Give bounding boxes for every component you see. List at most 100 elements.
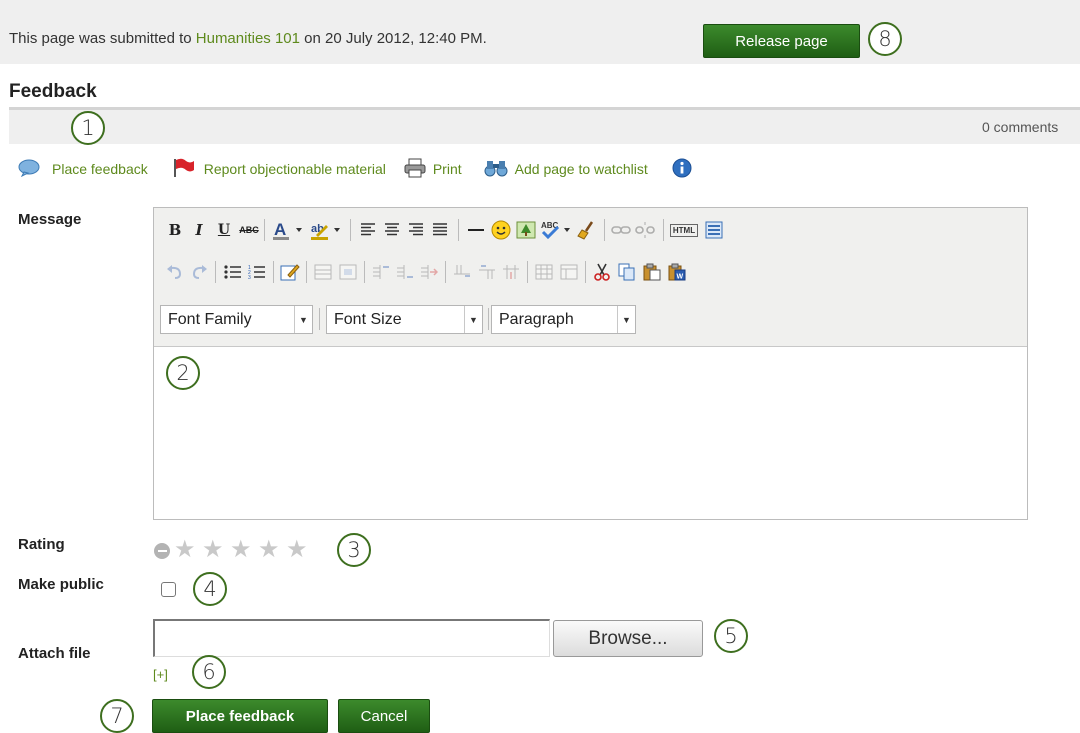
release-page-button[interactable]: Release page	[703, 24, 860, 58]
bold-button[interactable]: B	[164, 219, 186, 241]
row-after-icon	[397, 265, 413, 279]
feedback-heading: Feedback	[9, 81, 97, 102]
delete-col-button[interactable]	[500, 261, 522, 283]
paragraph-format-select[interactable]: Paragraph ▼	[491, 305, 636, 334]
report-label: Report objectionable material	[203, 161, 386, 177]
print-link[interactable]: Print	[404, 158, 462, 181]
delete-row-button[interactable]	[418, 261, 440, 283]
red-flag-icon	[172, 158, 196, 181]
align-left-icon	[361, 223, 375, 236]
toolbar-separator	[585, 261, 586, 283]
toolbar-toggle-icon	[705, 221, 723, 239]
browse-button[interactable]: Browse...	[553, 620, 703, 657]
file-path-input[interactable]	[153, 619, 550, 657]
rating-clear-icon[interactable]	[154, 543, 170, 559]
chevron-down-icon: ▼	[294, 306, 312, 333]
insert-row-after-button[interactable]	[394, 261, 416, 283]
redo-button[interactable]	[188, 261, 210, 283]
table-cell-props-button[interactable]	[337, 261, 359, 283]
insert-col-before-button[interactable]	[451, 261, 473, 283]
report-link[interactable]: Report objectionable material	[172, 158, 386, 181]
watchlist-label: Add page to watchlist	[514, 161, 648, 177]
paste-icon	[643, 263, 661, 281]
table-icon	[535, 264, 553, 280]
group-link[interactable]: Humanities 101	[196, 30, 300, 47]
bullet-list-button[interactable]	[222, 261, 244, 283]
align-right-icon	[409, 223, 423, 236]
insert-col-after-button[interactable]	[476, 261, 498, 283]
row-before-icon	[373, 265, 389, 279]
info-icon[interactable]	[672, 158, 692, 181]
paste-word-button[interactable]: W	[666, 261, 688, 283]
spellcheck-button[interactable]: ABC	[540, 219, 574, 241]
font-size-select[interactable]: Font Size ▼	[326, 305, 483, 334]
undo-button[interactable]	[164, 261, 186, 283]
edit-css-button[interactable]	[279, 261, 301, 283]
svg-text:W: W	[677, 274, 684, 281]
toolbar-separator	[527, 261, 528, 283]
star-icon[interactable]: ★	[258, 538, 280, 562]
font-family-select[interactable]: Font Family ▼	[160, 305, 313, 334]
copy-button[interactable]	[616, 261, 638, 283]
paste-button[interactable]	[641, 261, 663, 283]
add-more-files-link[interactable]: [+]	[153, 667, 168, 682]
message-editor-area[interactable]	[154, 346, 1027, 519]
place-feedback-label: Place feedback	[52, 161, 148, 177]
justify-button[interactable]	[429, 219, 451, 241]
toggle-toolbar-button[interactable]	[703, 219, 725, 241]
callout-2: 2	[166, 356, 200, 390]
insert-row-before-button[interactable]	[370, 261, 392, 283]
delete-col-icon	[503, 265, 519, 279]
align-center-button[interactable]	[381, 219, 403, 241]
unlink-button[interactable]	[634, 219, 656, 241]
cleanup-button[interactable]	[576, 219, 598, 241]
watchlist-link[interactable]: Add page to watchlist	[484, 158, 648, 181]
paste-word-icon: W	[668, 263, 686, 281]
italic-button[interactable]: I	[188, 219, 210, 241]
unlink-icon	[635, 222, 655, 238]
callout-7: 7	[100, 699, 134, 733]
make-public-checkbox[interactable]	[161, 582, 176, 597]
numbered-list-icon: 123	[248, 265, 265, 280]
underline-button[interactable]: U	[213, 219, 235, 241]
toolbar-separator	[663, 219, 664, 241]
html-source-button[interactable]: HTML	[669, 219, 699, 241]
toolbar-separator	[215, 261, 216, 283]
merge-cells-icon	[560, 264, 578, 280]
toolbar-separator	[319, 308, 320, 330]
bullet-list-icon	[224, 265, 241, 279]
callout-1: 1	[71, 111, 105, 145]
comments-bar	[9, 110, 1080, 144]
align-left-button[interactable]	[357, 219, 379, 241]
cut-button[interactable]	[591, 261, 613, 283]
star-icon[interactable]: ★	[202, 538, 224, 562]
star-icon[interactable]: ★	[230, 538, 252, 562]
highlight-color-button[interactable]: ab	[310, 219, 344, 241]
emoticon-button[interactable]	[490, 219, 512, 241]
star-icon[interactable]: ★	[286, 538, 308, 562]
copy-icon	[618, 263, 635, 281]
rating-widget[interactable]: ★ ★ ★ ★ ★	[154, 538, 334, 564]
svg-text:A: A	[274, 220, 286, 239]
strikethrough-button[interactable]: ABC	[238, 219, 260, 241]
merge-cells-button[interactable]	[558, 261, 580, 283]
table-row-props-button[interactable]	[312, 261, 334, 283]
link-button[interactable]	[610, 219, 632, 241]
align-right-button[interactable]	[405, 219, 427, 241]
insert-image-button[interactable]	[515, 219, 537, 241]
horizontal-rule-button[interactable]	[465, 219, 487, 241]
comments-count: 0 comments	[982, 119, 1059, 135]
numbered-list-button[interactable]: 123	[246, 261, 268, 283]
text-color-icon: A	[273, 220, 302, 240]
star-icon[interactable]: ★	[174, 538, 196, 562]
submission-text-before: This page was submitted to	[9, 30, 192, 47]
callout-6: 6	[192, 655, 226, 689]
place-feedback-link[interactable]: Place feedback	[18, 159, 148, 180]
table-props-button[interactable]	[533, 261, 555, 283]
chevron-down-icon: ▼	[464, 306, 482, 333]
action-links: Place feedback Report objectionable mate…	[18, 158, 692, 180]
cancel-button[interactable]: Cancel	[338, 699, 430, 733]
message-label: Message	[18, 211, 82, 228]
text-color-button[interactable]: A	[272, 219, 306, 241]
place-feedback-button[interactable]: Place feedback	[152, 699, 328, 733]
